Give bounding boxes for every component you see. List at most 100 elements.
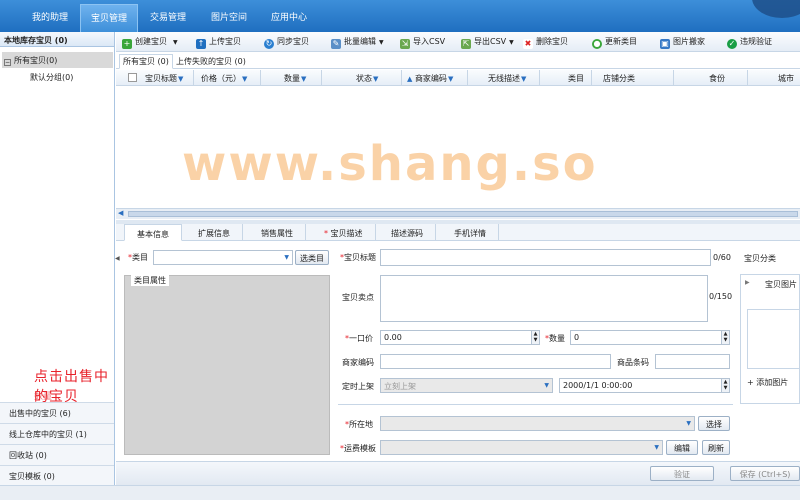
filter-icon: ▼ — [242, 75, 248, 83]
tab-sales-attributes[interactable]: 销售属性 — [249, 224, 306, 241]
quantity-input[interactable]: 0 ▲ ▼ — [570, 330, 730, 345]
save-button[interactable]: 保存 (Ctrl+S) — [730, 466, 800, 481]
barcode-input[interactable] — [655, 354, 730, 369]
nav-item-item-management[interactable]: 宝贝管理 — [80, 4, 139, 32]
column-header-province[interactable]: 食份 — [709, 73, 725, 84]
form-tabs: 基本信息 扩展信息 销售属性 * 宝贝描述 描述源码 手机详情 — [116, 224, 800, 241]
dropdown-arrow-icon: ▼ — [284, 254, 289, 261]
scroll-left-icon[interactable]: ◀ — [118, 209, 123, 217]
scheduled-datetime-input[interactable]: 2000/1/1 0:00:00 ▲ ▼ — [559, 378, 730, 393]
tab-description-source[interactable]: 描述源码 — [379, 224, 436, 241]
divider — [338, 404, 733, 405]
item-title-input[interactable] — [380, 249, 711, 266]
nav-item-picture-space[interactable]: 图片空间 — [211, 10, 247, 23]
location-select[interactable]: ▼ — [380, 416, 695, 431]
sync-item-button[interactable]: ↻ 同步宝贝 — [264, 36, 309, 49]
shipping-template-select[interactable]: ▼ — [380, 440, 663, 455]
sidebar: 本地库存宝贝 (0) − 所有宝贝(0) 默认分组(0) 点击出售中的宝贝 数量 … — [0, 32, 115, 486]
delete-icon: ✖ — [523, 39, 533, 49]
tab-basic-info[interactable]: 基本信息 — [124, 224, 182, 241]
barcode-label: 商品条码 — [617, 358, 649, 367]
filter-icon: ▼ — [447, 75, 454, 83]
price-input[interactable]: 0.00 ▲ ▼ — [380, 330, 540, 345]
dropdown-arrow-icon[interactable]: ▼ — [379, 39, 384, 46]
column-header-category[interactable]: 类目 — [568, 73, 584, 84]
choose-location-button[interactable]: 选择 — [698, 416, 730, 431]
export-csv-button[interactable]: ⇱ 导出CSV ▼ — [461, 36, 514, 49]
verify-button[interactable]: 验证 — [650, 466, 714, 481]
select-category-button[interactable]: 选类目 — [295, 250, 329, 265]
upload-item-button[interactable]: ↑ 上传宝贝 — [196, 36, 241, 49]
filter-icon: ▼ — [301, 75, 307, 83]
selling-points-textarea[interactable] — [380, 275, 708, 322]
column-header-merchant-code[interactable]: ▲ 商家编码▼ — [406, 73, 453, 84]
collapse-left-icon[interactable]: ◀ — [115, 255, 120, 262]
filter-icon: ▼ — [373, 75, 379, 83]
merchant-code-label: 商家编码 — [342, 358, 374, 367]
sidebar-item-warehouse[interactable]: 线上仓库中的宝贝 (1) — [0, 423, 114, 444]
plus-icon: + — [122, 39, 132, 49]
nav-item-trade-management[interactable]: 交易管理 — [150, 10, 186, 23]
scheduled-listing-select[interactable]: 立刻上架 ▼ — [380, 378, 553, 393]
collapse-icon[interactable]: − — [4, 59, 11, 66]
column-header-city[interactable]: 城市 — [778, 73, 794, 84]
item-images-label: 宝贝图片 — [765, 280, 797, 289]
horizontal-scrollbar[interactable]: ◀ — [116, 208, 800, 219]
merchant-code-input[interactable] — [380, 354, 611, 369]
add-image-link[interactable]: + 添加图片 — [747, 377, 788, 388]
avatar[interactable] — [752, 0, 800, 18]
refresh-shipping-button[interactable]: 刷新 — [702, 440, 730, 455]
update-category-button[interactable]: ● 更新类目 — [592, 36, 637, 49]
import-icon: ⇲ — [400, 39, 410, 49]
select-all-checkbox[interactable] — [128, 73, 137, 82]
tab-upload-failed[interactable]: 上传失败的宝贝 (0) — [176, 56, 246, 67]
tree-item-all-items[interactable]: − 所有宝贝(0) — [2, 52, 113, 68]
expand-icon[interactable]: ▶ — [745, 279, 750, 286]
dropdown-arrow-icon: ▼ — [654, 444, 659, 451]
sidebar-item-templates[interactable]: 宝贝模板 (0) — [0, 465, 114, 486]
tree-item-label: 所有宝贝(0) — [14, 56, 58, 65]
column-header-store-category[interactable]: 店铺分类 — [603, 73, 635, 84]
nav-item-my-assistant[interactable]: 我的助理 — [32, 10, 68, 23]
violation-check-button[interactable]: ✓ 违规验证 — [727, 36, 772, 49]
create-item-button[interactable]: + 创建宝贝 ▼ — [122, 36, 178, 49]
filter-icon: ▼ — [521, 75, 527, 83]
sidebar-item-on-sale[interactable]: 出售中的宝贝 (6) — [0, 402, 114, 423]
category-select[interactable]: ▼ — [153, 250, 293, 265]
dropdown-arrow-icon[interactable]: ▼ — [509, 39, 514, 46]
image-move-button[interactable]: ▣ 图片搬家 — [660, 36, 705, 49]
refresh-icon: ● — [592, 39, 602, 49]
title-char-counter: 0/60 — [713, 253, 731, 262]
tab-extended-info[interactable]: 扩展信息 — [186, 224, 243, 241]
table-header: 宝贝标题▼ 价格（元）▼ 数量▼ 状态▼ ▲ 商家编码▼ 无线描述▼ 类目 店铺… — [116, 70, 800, 86]
import-csv-button[interactable]: ⇲ 导入CSV — [400, 36, 445, 49]
tab-all-items[interactable]: 所有宝贝 (0) — [119, 54, 173, 69]
check-icon: ✓ — [727, 39, 737, 49]
batch-edit-button[interactable]: ✎ 批量编辑 ▼ — [331, 36, 384, 49]
column-header-status[interactable]: 状态▼ — [356, 73, 378, 84]
sidebar-item-recycle-bin[interactable]: 回收站 (0) — [0, 444, 114, 465]
spinner-icon[interactable]: ▲ ▼ — [721, 331, 729, 344]
tab-mobile-details[interactable]: 手机详情 — [442, 224, 499, 241]
filter-icon: ▼ — [178, 75, 184, 83]
delete-item-button[interactable]: ✖ 删除宝贝 — [523, 36, 568, 49]
dropdown-arrow-icon: ▼ — [686, 420, 691, 427]
image-icon: ▣ — [660, 39, 670, 49]
category-properties-panel: 类目属性 — [124, 275, 330, 455]
tab-item-description[interactable]: * 宝贝描述 — [312, 224, 376, 241]
scrollbar-thumb[interactable] — [128, 211, 798, 217]
spinner-icon[interactable]: ▲ ▼ — [721, 379, 729, 392]
column-header-wireless-desc[interactable]: 无线描述▼ — [488, 73, 526, 84]
quantity-label: *数量 — [545, 334, 565, 343]
edit-shipping-button[interactable]: 编辑 — [666, 440, 698, 455]
column-header-quantity[interactable]: 数量▼ — [284, 73, 306, 84]
scheduled-listing-label: 定时上架 — [342, 382, 374, 391]
shipping-template-label: *运费模板 — [340, 444, 376, 453]
tree-item-default-group[interactable]: 默认分组(0) — [30, 72, 73, 83]
spinner-icon[interactable]: ▲ ▼ — [531, 331, 539, 344]
list-tabs: 所有宝贝 (0) 上传失败的宝贝 (0) — [116, 53, 800, 69]
column-header-title[interactable]: 宝贝标题▼ — [145, 73, 183, 84]
column-header-price[interactable]: 价格（元）▼ — [201, 73, 247, 84]
nav-item-app-center[interactable]: 应用中心 — [271, 10, 307, 23]
dropdown-arrow-icon[interactable]: ▼ — [173, 39, 178, 46]
